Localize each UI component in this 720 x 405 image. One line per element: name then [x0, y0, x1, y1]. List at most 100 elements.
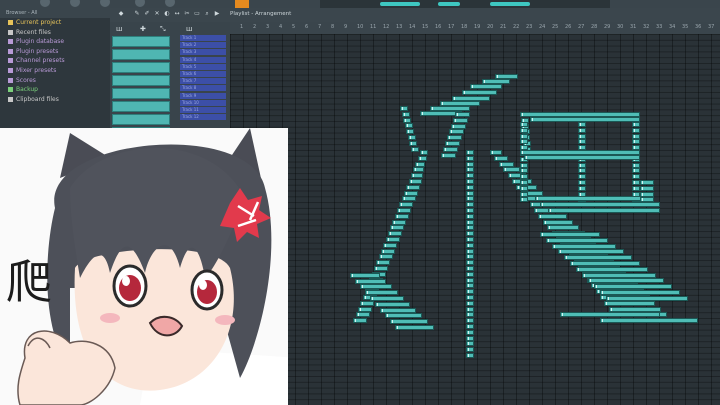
playlist-toolbar: ◆ ✎ ✐ ✕ ◐ ↔ ✂ ▭ ⌕ ▶ Playlist - Arrangeme… — [110, 8, 720, 22]
ruler-number: 19 — [474, 24, 481, 30]
select-icon[interactable]: ▭ — [194, 11, 200, 17]
ruler-number: 9 — [344, 24, 348, 30]
knob-icon[interactable] — [135, 0, 145, 7]
browser-item-label: Backup — [16, 86, 38, 94]
preset-icon — [8, 48, 13, 54]
pattern-block[interactable] — [112, 114, 170, 125]
knob-icon[interactable] — [100, 0, 110, 7]
pattern-block[interactable] — [112, 36, 170, 47]
delete-icon[interactable]: ✕ — [154, 11, 160, 17]
ruler-number: 12 — [383, 24, 390, 30]
ruler-number: 16 — [435, 24, 442, 30]
browser-list: Current project Recent files Plugin databa… — [0, 18, 110, 104]
note-icon — [8, 77, 13, 83]
browser-item-label: Scores — [16, 76, 36, 84]
pattern-block[interactable] — [112, 49, 170, 60]
ruler-number: 33 — [656, 24, 663, 30]
knob-icon[interactable] — [40, 0, 50, 7]
browser-title: Browser - All — [0, 8, 110, 18]
folder-icon — [8, 29, 13, 35]
browser-item-label: Recent files — [16, 28, 51, 36]
track-header[interactable]: Track 2 — [180, 42, 226, 49]
track-header[interactable]: Track 4 — [180, 56, 226, 63]
timeline-ruler[interactable]: 1 2 3 4 5 6 7 8 9 10 11 12 13 14 15 16 17 18 19 20 21 22 23 24 2… — [230, 22, 720, 34]
ruler-number: 35 — [682, 24, 689, 30]
ruler-number: 11 — [370, 24, 377, 30]
ruler-number: 7 — [318, 24, 322, 30]
browser-item[interactable]: Channel presets — [0, 56, 110, 66]
playlist-title: Playlist - Arrangement — [230, 11, 292, 17]
ruler-number: 28 — [591, 24, 598, 30]
pattern-block[interactable] — [112, 88, 170, 99]
browser-item-label: Clipboard files — [16, 95, 59, 103]
browser-item-label: Channel presets — [16, 57, 65, 65]
ruler-number: 36 — [695, 24, 702, 30]
project-icon — [8, 20, 13, 25]
browser-item-label: Current project — [16, 19, 62, 26]
browser-item[interactable]: Recent files — [0, 28, 110, 38]
track-icon[interactable]: ш — [186, 25, 192, 33]
anime-girl-sticker: 爬 — [0, 128, 288, 405]
pattern-block[interactable] — [112, 62, 170, 73]
ruler-number: 30 — [617, 24, 624, 30]
ruler-number: 8 — [331, 24, 335, 30]
pattern-picker-icon[interactable]: ш — [116, 25, 122, 33]
ruler-number: 1 — [240, 24, 244, 30]
cpu-meter — [320, 0, 610, 8]
ruler-number: 17 — [448, 24, 455, 30]
slice-icon[interactable]: ✂ — [184, 11, 190, 17]
knob-icon[interactable] — [165, 0, 175, 7]
mute-icon[interactable]: ◐ — [164, 11, 170, 17]
draw-icon[interactable]: ✎ — [134, 11, 140, 17]
track-header[interactable]: Track 7 — [180, 78, 226, 85]
ruler-number: 21 — [500, 24, 507, 30]
track-header[interactable]: Track 8 — [180, 85, 226, 92]
browser-item[interactable]: Plugin presets — [0, 47, 110, 57]
track-header[interactable]: Track 9 — [180, 92, 226, 99]
database-icon — [8, 39, 13, 45]
play-icon[interactable]: ▶ — [214, 11, 220, 17]
slip-icon[interactable]: ↔ — [174, 11, 180, 17]
ruler-number: 14 — [409, 24, 416, 30]
paint-icon[interactable]: ✐ — [144, 11, 150, 17]
knob-icon[interactable] — [70, 0, 80, 7]
clipboard-icon — [8, 96, 13, 102]
zoom-icon[interactable]: ⌕ — [204, 11, 210, 17]
track-header[interactable]: Track 1 — [180, 35, 226, 41]
cut-icon[interactable]: ⤡ — [160, 25, 166, 34]
track-header[interactable]: Track 6 — [180, 71, 226, 77]
top-toolbar — [0, 0, 720, 8]
ruler-number: 15 — [422, 24, 429, 30]
ruler-number: 2 — [253, 24, 257, 30]
ruler-number: 34 — [669, 24, 676, 30]
track-header[interactable]: Track 12 — [180, 114, 226, 121]
browser-item[interactable]: Backup — [0, 85, 110, 95]
browser-item[interactable]: Scores — [0, 76, 110, 86]
playlist-grid[interactable] — [230, 34, 720, 405]
browser-item-label: Mixer presets — [16, 66, 57, 74]
browser-item[interactable]: Current project — [0, 18, 110, 28]
ruler-number: 18 — [461, 24, 468, 30]
track-header[interactable]: Track 11 — [180, 107, 226, 113]
pattern-block[interactable] — [112, 75, 170, 86]
track-header[interactable]: Track 10 — [180, 99, 226, 106]
sticker-caption: 爬 — [6, 255, 52, 309]
preset-icon — [8, 58, 13, 64]
browser-item[interactable]: Mixer presets — [0, 66, 110, 76]
ruler-number: 24 — [539, 24, 546, 30]
record-button[interactable] — [235, 0, 249, 8]
browser-item[interactable]: Plugin database — [0, 37, 110, 47]
track-header[interactable]: Track 3 — [180, 49, 226, 56]
backup-icon — [8, 87, 13, 93]
move-icon[interactable]: ✚ — [140, 25, 146, 33]
snap-icon[interactable]: ◆ — [118, 11, 124, 17]
preset-icon — [8, 67, 13, 73]
ruler-number: 13 — [396, 24, 403, 30]
pattern-block[interactable] — [112, 101, 170, 112]
track-header[interactable]: Track 5 — [180, 63, 226, 70]
ruler-number: 6 — [305, 24, 309, 30]
browser-item[interactable]: Clipboard files — [0, 95, 110, 105]
ruler-number: 23 — [526, 24, 533, 30]
ruler-number: 26 — [565, 24, 572, 30]
ruler-number: 5 — [292, 24, 296, 30]
